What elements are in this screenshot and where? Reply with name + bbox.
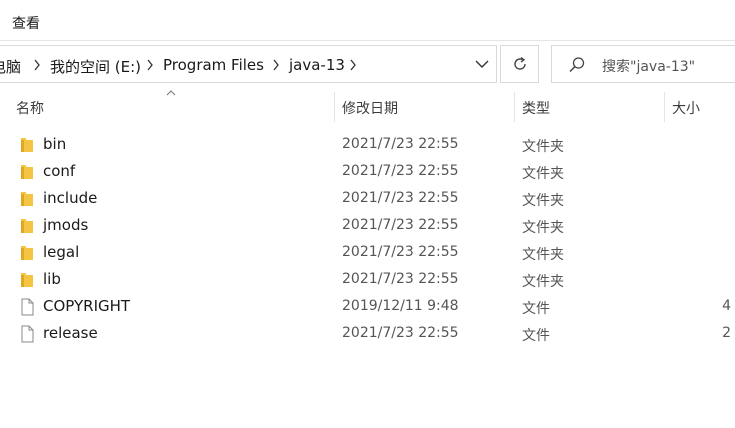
file-size: 2 (722, 325, 731, 341)
file-size: 4 (722, 298, 731, 314)
file-name: include (43, 189, 98, 207)
file-name: conf (43, 162, 76, 180)
file-modified: 2021/7/23 22:55 (342, 325, 459, 341)
folder-icon (21, 138, 33, 152)
chevron-down-icon[interactable] (474, 56, 490, 72)
file-row[interactable]: include 2021/7/23 22:55 文件夹 (0, 185, 735, 212)
column-modified[interactable]: 修改日期 (342, 98, 398, 118)
column-size[interactable]: 大小 (672, 98, 700, 118)
menu-bar: 查看 (0, 0, 735, 40)
file-type: 文件夹 (522, 220, 564, 236)
address-bar[interactable]: 电脑 我的空间 (E:) Program Files java-13 (0, 45, 497, 83)
file-icon (21, 325, 34, 343)
menubar-divider (0, 40, 735, 41)
column-type[interactable]: 类型 (522, 98, 550, 118)
column-divider[interactable] (334, 92, 335, 122)
search-icon (569, 57, 585, 73)
file-row[interactable]: jmods 2021/7/23 22:55 文件夹 (0, 212, 735, 239)
file-type: 文件夹 (522, 193, 564, 209)
file-type: 文件夹 (522, 166, 564, 182)
file-row[interactable]: COPYRIGHT 2019/12/11 9:48 文件 4 (0, 293, 735, 320)
chevron-right-icon[interactable] (349, 58, 357, 72)
breadcrumb-this-pc[interactable]: 电脑 (0, 56, 21, 77)
file-icon (21, 298, 34, 316)
file-modified: 2021/7/23 22:55 (342, 163, 459, 179)
file-modified: 2021/7/23 22:55 (342, 136, 459, 152)
folder-icon (21, 192, 33, 206)
file-type: 文件夹 (522, 247, 564, 263)
breadcrumb-java-13[interactable]: java-13 (289, 56, 345, 74)
file-modified: 2021/7/23 22:55 (342, 244, 459, 260)
sort-ascending-icon (166, 90, 176, 96)
chevron-right-icon[interactable] (146, 58, 154, 72)
refresh-button[interactable] (500, 45, 539, 83)
file-type: 文件 (522, 301, 550, 317)
column-divider[interactable] (664, 92, 665, 122)
file-row[interactable]: lib 2021/7/23 22:55 文件夹 (0, 266, 735, 293)
file-name: COPYRIGHT (43, 297, 131, 315)
chevron-right-icon[interactable] (33, 58, 41, 72)
breadcrumb-drive[interactable]: 我的空间 (E:) (50, 56, 141, 77)
file-modified: 2021/7/23 22:55 (342, 190, 459, 206)
file-modified: 2019/12/11 9:48 (342, 298, 459, 314)
file-row[interactable]: legal 2021/7/23 22:55 文件夹 (0, 239, 735, 266)
file-modified: 2021/7/23 22:55 (342, 217, 459, 233)
file-name: jmods (43, 216, 89, 234)
chevron-right-icon[interactable] (272, 58, 280, 72)
file-name: release (43, 324, 98, 342)
search-box[interactable]: 搜索"java-13" (551, 45, 735, 83)
file-type: 文件 (522, 328, 550, 344)
column-divider[interactable] (514, 92, 515, 122)
column-name[interactable]: 名称 (16, 98, 44, 118)
file-modified: 2021/7/23 22:55 (342, 271, 459, 287)
search-input[interactable]: 搜索"java-13" (602, 56, 695, 76)
column-header: 名称 修改日期 类型 大小 (0, 88, 735, 126)
file-row[interactable]: bin 2021/7/23 22:55 文件夹 (0, 131, 735, 158)
folder-icon (21, 246, 33, 260)
folder-icon (21, 165, 33, 179)
file-name: lib (43, 270, 61, 288)
refresh-icon (514, 56, 526, 70)
file-type: 文件夹 (522, 274, 564, 290)
menu-view[interactable]: 查看 (12, 13, 40, 33)
file-row[interactable]: release 2021/7/23 22:55 文件 2 (0, 320, 735, 347)
folder-icon (21, 219, 33, 233)
breadcrumb-program-files[interactable]: Program Files (163, 56, 264, 74)
file-row[interactable]: conf 2021/7/23 22:55 文件夹 (0, 158, 735, 185)
file-name: bin (43, 135, 67, 153)
file-name: legal (43, 243, 80, 261)
folder-icon (21, 273, 33, 287)
file-type: 文件夹 (522, 139, 564, 155)
